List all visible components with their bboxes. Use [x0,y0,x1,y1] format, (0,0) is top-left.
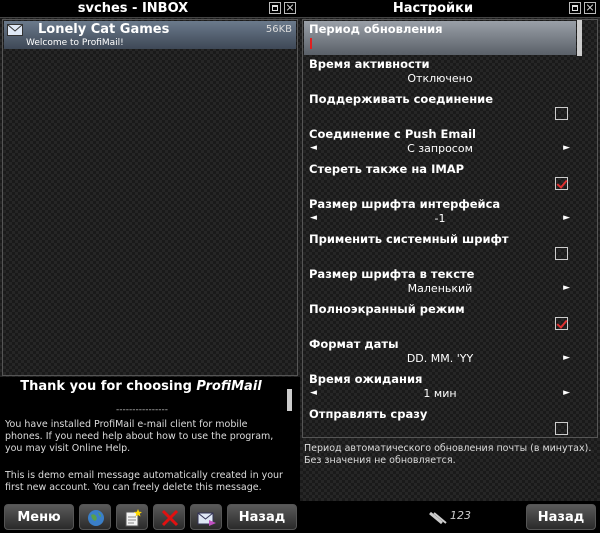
maximize-icon[interactable] [569,2,581,14]
setting-send-immediately[interactable]: Отправлять сразу [304,406,576,437]
maximize-icon[interactable] [269,2,281,14]
fullscreen-checkbox[interactable] [555,317,568,330]
message-preview: Thank you for choosing ProfiMail -------… [0,377,300,501]
setting-ui-font-size[interactable]: Размер шрифта интерфейса ◄ -1 ► [304,196,576,231]
inbox-titlebar: svches - INBOX [0,0,300,18]
setting-system-font[interactable]: Применить системный шрифт [304,231,576,266]
text-cursor [310,38,312,49]
settings-title: Настройки [392,1,474,16]
setting-active-time[interactable]: Время активности Отключено [304,56,576,91]
setting-keep-connection[interactable]: Поддерживать соединение [304,91,576,126]
delete-button[interactable] [153,504,185,530]
back-button-right[interactable]: Назад [526,504,596,530]
message-sender: Lonely Cat Games [38,22,170,37]
settings-list: Период обновления Время активности Отклю… [302,19,598,438]
settings-scrollbar[interactable] [577,20,582,56]
globe-button[interactable] [79,504,111,530]
input-mode-status: 123 [450,509,471,522]
message-list: Lonely Cat Games 56KB Welcome to ProfiMa… [2,19,298,376]
arrow-right-icon[interactable]: ► [563,388,570,398]
preview-heading: Thank you for choosing ProfiMail [20,379,262,394]
message-row[interactable]: Lonely Cat Games 56KB Welcome to ProfiMa… [4,21,296,49]
system-font-checkbox[interactable] [555,247,568,260]
envelope-icon [7,24,23,36]
setting-text-font-size[interactable]: Размер шрифта в тексте Маленький ► [304,266,576,301]
send-immediately-checkbox[interactable] [555,422,568,435]
setting-date-format[interactable]: Формат даты DD. MM. 'YY ► [304,336,576,371]
delete-imap-checkbox[interactable] [555,177,568,190]
arrow-right-icon[interactable]: ► [563,213,570,223]
message-subject: Welcome to ProfiMail! [26,38,124,48]
input-mode-icon [429,511,447,525]
new-message-button[interactable] [116,504,148,530]
preview-separator: ---------------- [116,405,168,415]
bottom-toolbar: Меню Назад 123 Назад [0,501,600,533]
setting-update-period[interactable]: Период обновления [304,21,576,55]
setting-description: Период автоматического обновления почты … [304,443,592,466]
message-size: 56KB [265,24,292,35]
close-icon[interactable] [584,2,596,14]
setting-timeout[interactable]: Время ожидания ◄ 1 мин ► [304,371,576,406]
arrow-right-icon[interactable]: ► [563,283,570,293]
close-icon[interactable] [284,2,296,14]
keep-connection-checkbox[interactable] [555,107,568,120]
send-mail-button[interactable] [190,504,222,530]
menu-button[interactable]: Меню [4,504,74,530]
new-document-icon [125,509,142,527]
setting-delete-imap[interactable]: Стереть также на IMAP [304,161,576,196]
arrow-right-icon[interactable]: ► [563,353,570,363]
preview-paragraph-2: This is demo email message automatically… [5,470,283,493]
setting-push-email[interactable]: Соединение с Push Email ◄ С запросом ► [304,126,576,161]
arrow-right-icon[interactable]: ► [563,143,570,153]
setting-fullscreen[interactable]: Полноэкранный режим [304,301,576,336]
mail-send-icon [197,512,216,526]
preview-paragraph-1: You have installed ProfiMail e-mail clie… [5,419,274,454]
globe-icon [88,510,104,526]
delete-x-icon [161,509,179,527]
inbox-title: svches - INBOX [77,1,189,16]
settings-titlebar: Настройки [300,0,600,18]
back-button-left[interactable]: Назад [227,504,297,530]
preview-scrollbar[interactable] [287,389,292,411]
